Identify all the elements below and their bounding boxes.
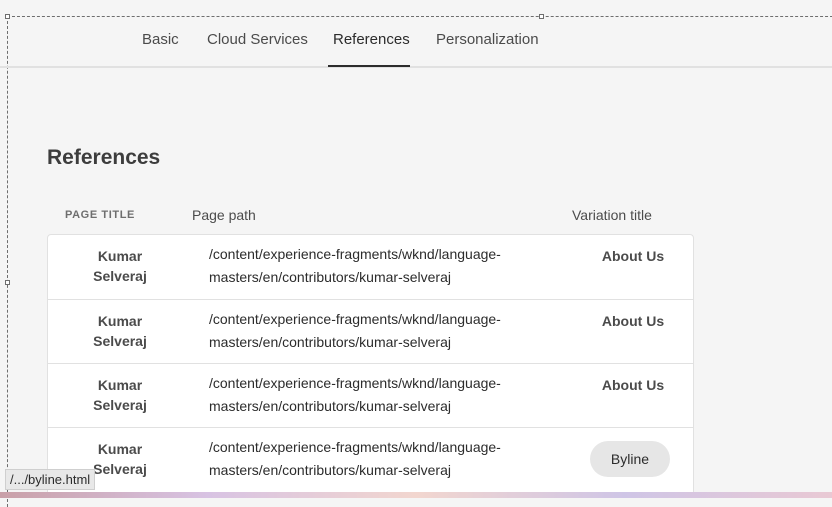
- table-row[interactable]: Kumar Selveraj /content/experience-fragm…: [48, 235, 693, 299]
- tab-personalization[interactable]: Personalization: [436, 31, 539, 48]
- resize-handle-left[interactable]: [5, 280, 10, 285]
- section-title: References: [47, 146, 161, 169]
- variation-title-button[interactable]: Byline: [590, 441, 670, 477]
- column-header-variation-title: Variation title: [572, 207, 652, 223]
- variation-title-cell: About Us: [601, 313, 665, 329]
- page-path-cell: /content/experience-fragments/wknd/langu…: [209, 375, 501, 414]
- page-title-cell: Kumar Selveraj: [93, 313, 147, 349]
- variation-title-cell: About Us: [601, 377, 665, 393]
- variation-title-cell: About Us: [601, 248, 665, 264]
- page-bottom-strip: [0, 492, 832, 498]
- page-title-cell: Kumar Selveraj: [93, 248, 147, 284]
- page-path-cell: /content/experience-fragments/wknd/langu…: [209, 311, 501, 350]
- tab-references[interactable]: References: [328, 31, 410, 67]
- table-row[interactable]: Kumar Selveraj /content/experience-fragm…: [48, 299, 693, 364]
- tab-bar: Basic Cloud Services References Personal…: [0, 17, 832, 68]
- references-table: Kumar Selveraj /content/experience-fragm…: [47, 234, 694, 498]
- page-path-cell: /content/experience-fragments/wknd/langu…: [209, 246, 501, 285]
- tab-basic[interactable]: Basic: [142, 31, 179, 48]
- table-row[interactable]: Kumar Selveraj /content/experience-fragm…: [48, 427, 693, 492]
- page-path-cell: /content/experience-fragments/wknd/langu…: [209, 439, 501, 478]
- column-header-page-path: Page path: [192, 207, 256, 223]
- status-bar-link-preview: /.../byline.html: [5, 469, 96, 490]
- column-header-page-title: PAGE TITLE: [65, 209, 135, 221]
- page-title-cell: Kumar Selveraj: [93, 377, 147, 413]
- tab-cloud-services[interactable]: Cloud Services: [207, 31, 308, 48]
- table-row[interactable]: Kumar Selveraj /content/experience-fragm…: [48, 363, 693, 428]
